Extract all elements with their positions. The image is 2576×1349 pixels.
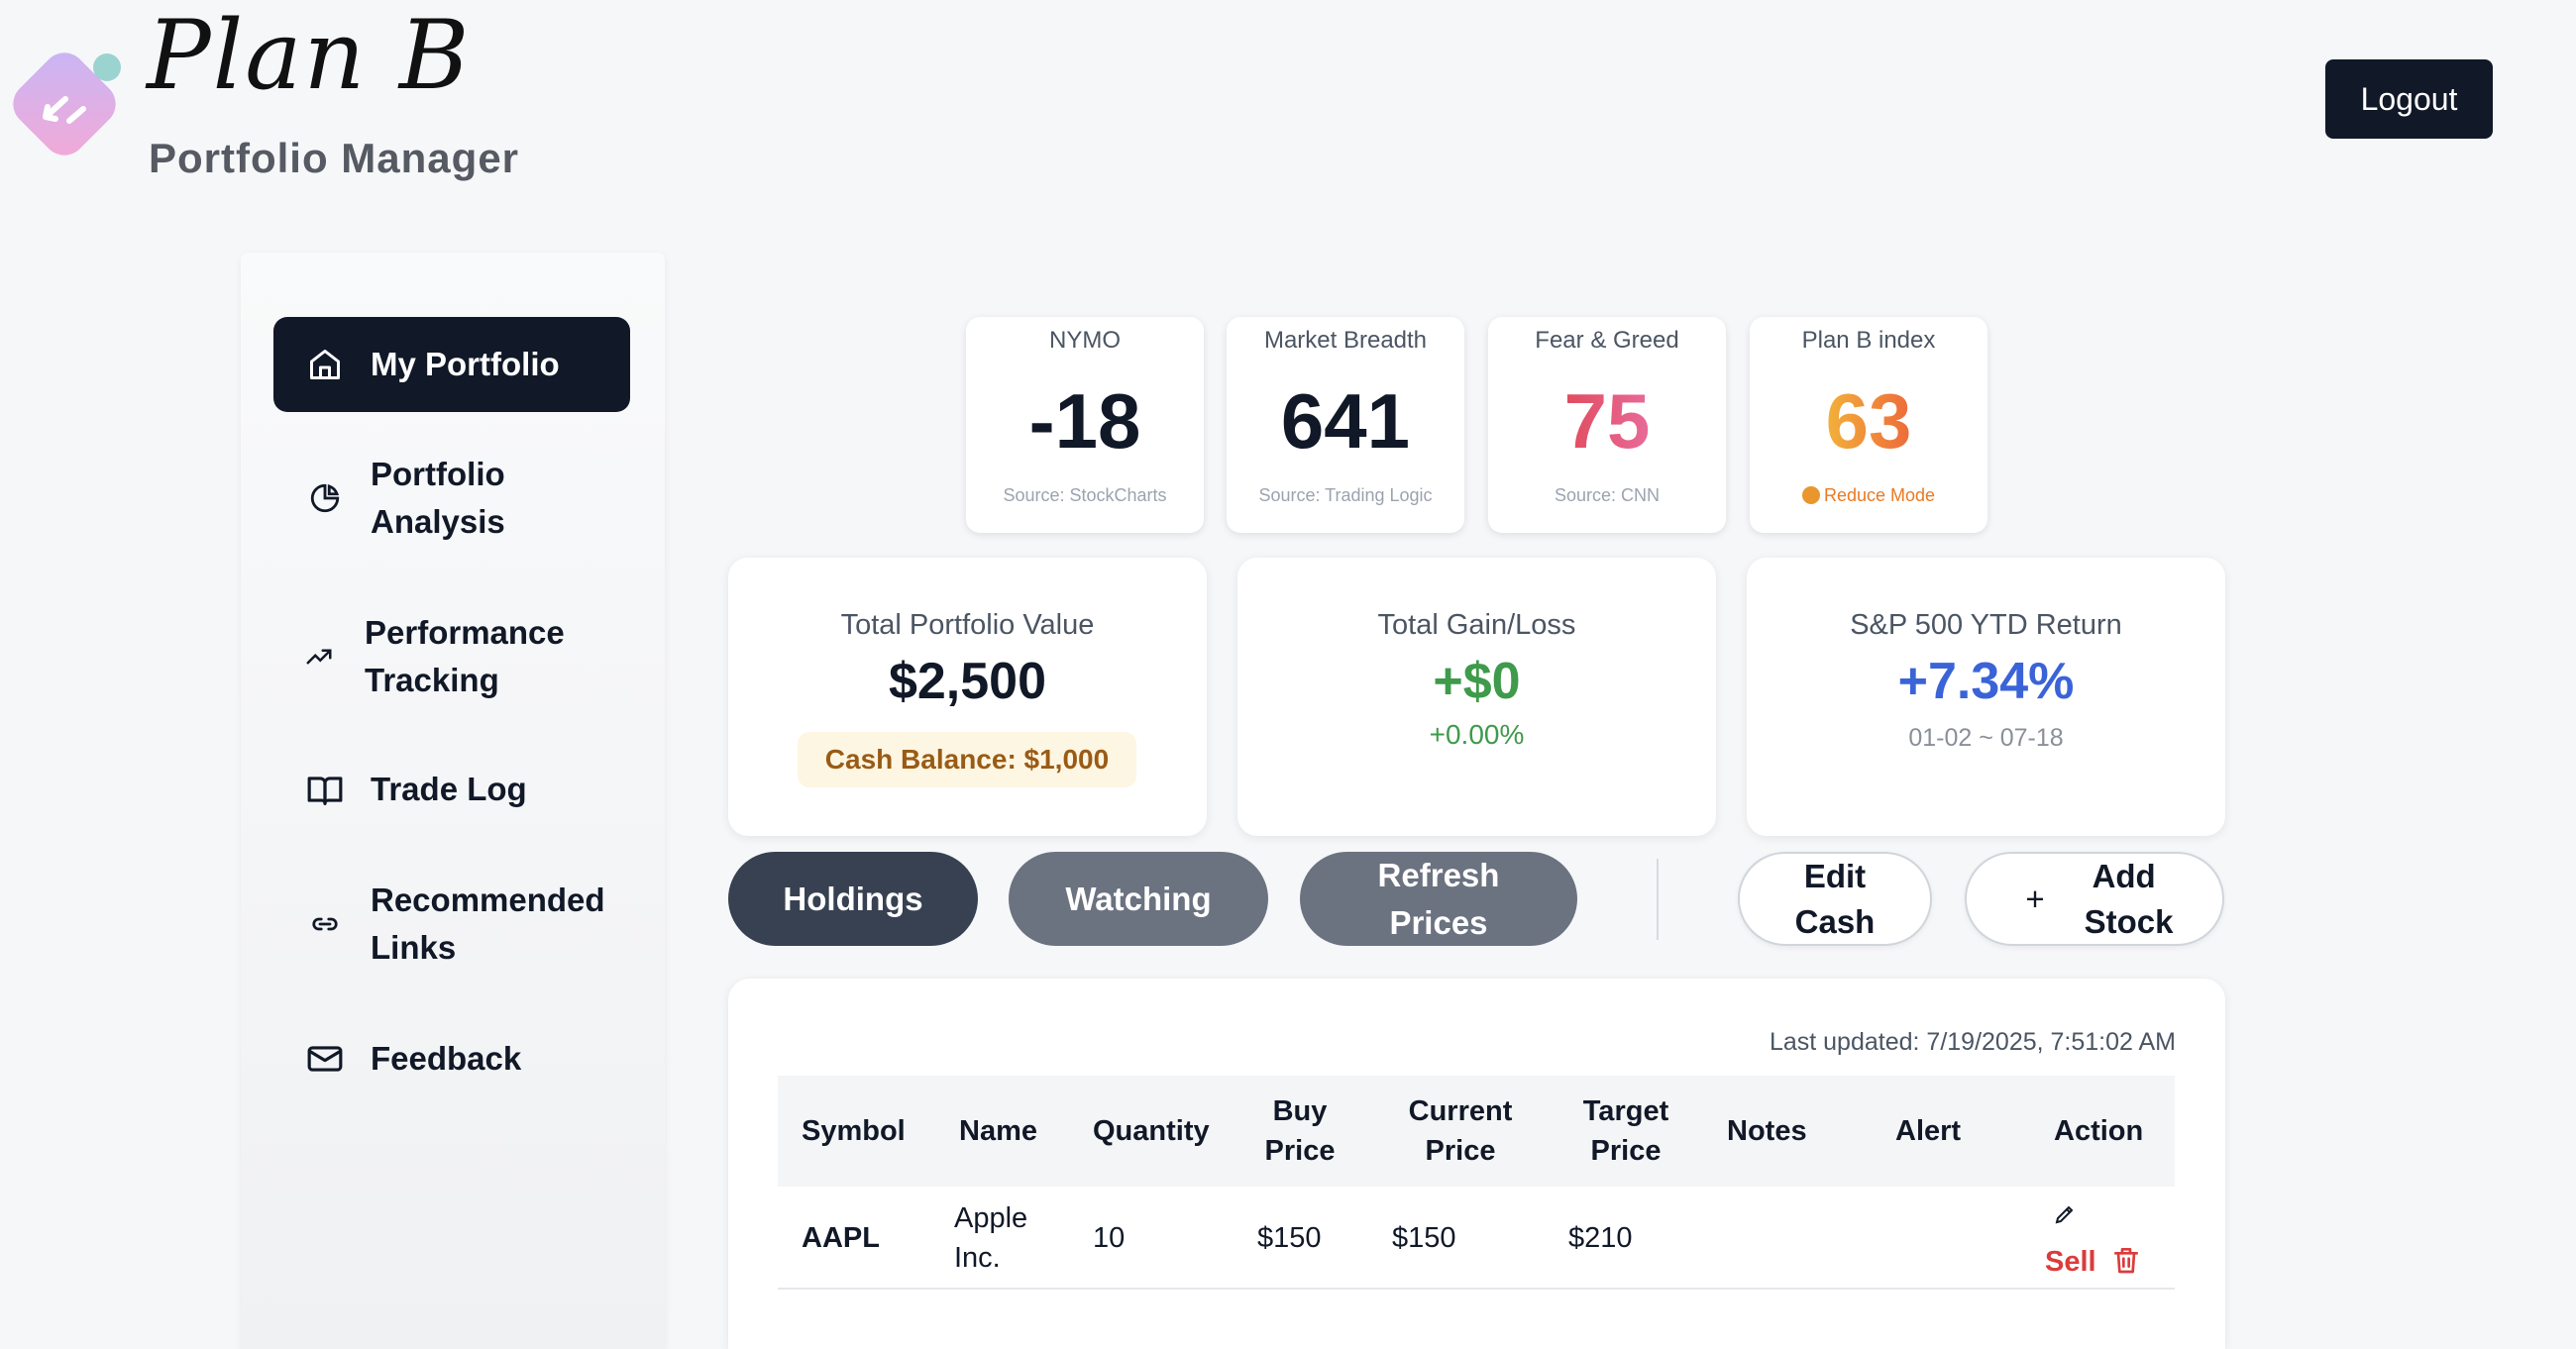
cell-quantity: 10 bbox=[1093, 1222, 1126, 1254]
column-header: Buy Price bbox=[1264, 1095, 1336, 1167]
sidebar-item-label: Recommended Links bbox=[371, 882, 605, 966]
book-open-icon bbox=[305, 770, 345, 809]
indicator-source: Source: StockCharts bbox=[1003, 485, 1167, 505]
trash-icon[interactable] bbox=[2110, 1244, 2142, 1276]
indicator-card-market-breadth: Market Breadth 641 Source: Trading Logic bbox=[1227, 317, 1464, 533]
table-row: AAPL Apple Inc. 10 $150 $150 $210 bbox=[778, 1187, 2175, 1290]
holdings-table-panel: Last updated: 7/19/2025, 7:51:02 AM Symb… bbox=[728, 979, 2225, 1349]
edit-icon[interactable] bbox=[2053, 1202, 2077, 1226]
logo-icon bbox=[13, 52, 121, 156]
indicator-label: Market Breadth bbox=[1263, 327, 1428, 354]
column-header: Name bbox=[959, 1115, 1037, 1147]
link-icon bbox=[305, 904, 345, 944]
brand-title: Plan B bbox=[147, 0, 472, 111]
indicator-card-plan-b-index: Plan B index 63 Reduce Mode bbox=[1750, 317, 1987, 533]
sidebar-item-recommended-links[interactable]: Recommended Links bbox=[273, 877, 630, 972]
indicator-label: Fear & Greed bbox=[1535, 327, 1679, 354]
edit-cash-button[interactable]: Edit Cash bbox=[1738, 852, 1932, 946]
divider bbox=[1657, 859, 1659, 940]
total-gain-loss-card: Total Gain/Loss +$0 +0.00% bbox=[1237, 558, 1716, 836]
indicator-label: NYMO bbox=[1049, 327, 1121, 354]
card-label: Total Gain/Loss bbox=[1377, 609, 1576, 641]
card-label: S&P 500 YTD Return bbox=[1850, 609, 2122, 641]
column-header: Target Price bbox=[1582, 1095, 1669, 1167]
mail-icon bbox=[305, 1039, 345, 1079]
card-label: Total Portfolio Value bbox=[840, 609, 1095, 641]
indicator-value: 75 bbox=[1563, 377, 1651, 465]
sp500-ytd-card: S&P 500 YTD Return +7.34% 01-02 ~ 07-18 bbox=[1747, 558, 2225, 836]
sidebar-item-performance-tracking[interactable]: Performance Tracking bbox=[268, 609, 624, 704]
cell-buy-price: $150 bbox=[1257, 1222, 1322, 1254]
total-gain-loss-value: +$0 bbox=[1433, 653, 1521, 710]
tab-watching[interactable]: Watching bbox=[1009, 852, 1268, 946]
sidebar: My Portfolio Portfolio Analysis Performa… bbox=[241, 253, 665, 1349]
indicator-card-fear-greed: Fear & Greed 75 Source: CNN bbox=[1488, 317, 1726, 533]
refresh-prices-button[interactable]: Refresh Prices bbox=[1300, 852, 1577, 946]
home-icon bbox=[305, 345, 345, 384]
sidebar-item-label: My Portfolio bbox=[371, 346, 560, 382]
add-stock-button[interactable]: + Add Stock bbox=[1965, 852, 2224, 946]
plus-icon: + bbox=[2025, 880, 2045, 917]
tab-holdings[interactable]: Holdings bbox=[728, 852, 978, 946]
pie-chart-icon bbox=[305, 478, 345, 518]
indicator-value: 641 bbox=[1280, 377, 1411, 465]
indicator-source: Source: Trading Logic bbox=[1258, 485, 1433, 505]
sp500-ytd-value: +7.34% bbox=[1897, 653, 2075, 710]
app-header: Plan B Portfolio Manager Logout bbox=[0, 0, 2576, 218]
column-header: Current Price bbox=[1408, 1095, 1513, 1167]
indicator-value: 63 bbox=[1825, 377, 1912, 465]
trending-up-icon bbox=[299, 637, 339, 676]
total-gain-loss-percent: +0.00% bbox=[1429, 719, 1525, 750]
indicator-card-nymo: NYMO -18 Source: StockCharts bbox=[966, 317, 1204, 533]
cell-name: Apple Inc. bbox=[954, 1202, 1028, 1274]
cell-target-price: $210 bbox=[1568, 1222, 1633, 1254]
sidebar-item-my-portfolio[interactable]: My Portfolio bbox=[273, 317, 630, 412]
mode-status: Reduce Mode bbox=[1823, 485, 1936, 505]
sp500-date-range: 01-02 ~ 07-18 bbox=[1908, 724, 2064, 752]
sidebar-item-portfolio-analysis[interactable]: Portfolio Analysis bbox=[273, 451, 630, 546]
indicator-value: -18 bbox=[1028, 377, 1141, 465]
column-header: Action bbox=[2054, 1115, 2144, 1147]
cell-current-price: $150 bbox=[1392, 1222, 1456, 1254]
cell-symbol: AAPL bbox=[802, 1222, 880, 1254]
add-stock-label: Add Stock bbox=[2084, 857, 2174, 940]
sidebar-item-label: Performance Tracking bbox=[365, 614, 565, 698]
column-header: Alert bbox=[1895, 1115, 1962, 1147]
indicator-label: Plan B index bbox=[1801, 327, 1936, 354]
indicator-source: Source: CNN bbox=[1554, 485, 1661, 505]
column-header: Quantity bbox=[1093, 1115, 1210, 1147]
column-header: Symbol bbox=[802, 1115, 906, 1147]
sidebar-item-label: Trade Log bbox=[371, 771, 527, 807]
total-portfolio-value-card: Total Portfolio Value $2,500 Cash Balanc… bbox=[728, 558, 1207, 836]
sidebar-item-feedback[interactable]: Feedback bbox=[273, 1035, 630, 1083]
brand-subtitle: Portfolio Manager bbox=[149, 135, 520, 181]
total-portfolio-value: $2,500 bbox=[888, 653, 1047, 710]
logout-button[interactable]: Logout bbox=[2325, 59, 2493, 139]
cash-balance-badge: Cash Balance: $1,000 bbox=[798, 732, 1136, 787]
sidebar-item-label: Feedback bbox=[371, 1040, 522, 1077]
column-header: Notes bbox=[1727, 1115, 1807, 1147]
sell-button[interactable]: Sell bbox=[2045, 1246, 2096, 1279]
sidebar-item-trade-log[interactable]: Trade Log bbox=[273, 766, 630, 813]
sidebar-item-label: Portfolio Analysis bbox=[371, 456, 505, 540]
last-updated-text: Last updated: 7/19/2025, 7:51:02 AM bbox=[1769, 1028, 2176, 1056]
status-dot-icon bbox=[1801, 486, 1820, 504]
table-header: Symbol Name Quantity Buy Price Current P… bbox=[778, 1076, 2175, 1187]
